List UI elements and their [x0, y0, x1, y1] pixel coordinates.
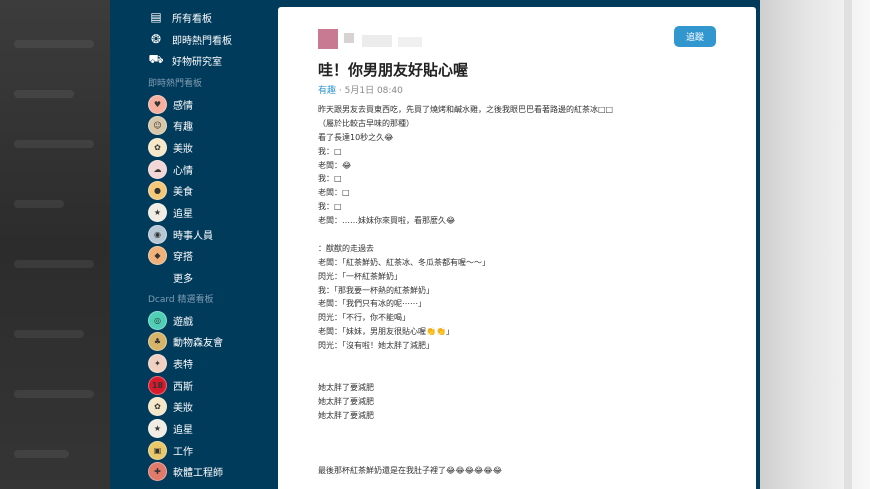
board-avatar: ◉ [148, 224, 167, 244]
board-avatar: ☁ [148, 159, 167, 179]
sidebar-item-hot-boards[interactable]: ❂ 即時熱門看板 [148, 29, 232, 49]
board-avatar: ☺ [148, 116, 167, 136]
board-label: 追星 [173, 209, 193, 220]
board-label: 動物森友會 [173, 338, 223, 350]
sidebar-selected-board-2[interactable]: ✦ 表特 [148, 353, 193, 373]
board-avatar: ▣ [148, 440, 167, 460]
post-body-line [318, 228, 738, 242]
board-label: 美妝 [173, 403, 193, 415]
board-label: 時事人員 [173, 230, 213, 242]
post-body-line: 她太胖了要減肥 [318, 410, 374, 420]
sidebar-selected-board-5[interactable]: ★ 追星 [148, 419, 193, 439]
sidebar: ▤ 所有看板 ❂ 即時熱門看板 ⛟ 好物研究室 即時熱門看板 更多 Dcard … [110, 0, 278, 489]
post-body-line: 老闆：……妹妹你來買啦，看那麼久😂 [318, 216, 456, 226]
sidebar-selected-board-7[interactable]: ✚ 軟體工程師 [148, 462, 223, 482]
post-body-line: 昨天跟男友去買東西吃，先買了燒烤和鹹水雞，之後我眼巴巴看著路邊的紅茶冰□□ [318, 105, 614, 114]
app-window: ▤ 所有看板 ❂ 即時熱門看板 ⛟ 好物研究室 即時熱門看板 更多 Dcard … [110, 0, 760, 489]
board-avatar: ● [148, 181, 167, 201]
board-label: 軟體工程師 [173, 468, 223, 480]
board-label: 美食 [173, 187, 193, 199]
post-body-line [318, 422, 738, 436]
sidebar-hot-board-6[interactable]: ◉ 時事人員 [148, 224, 213, 244]
post-body-line: 閃光：「沒有啦！她太胖了減肥」 [318, 341, 434, 351]
board-avatar: ◎ [148, 310, 167, 330]
sidebar-hot-board-1[interactable]: ☺ 有趣 [148, 116, 193, 136]
board-avatar: ✚ [148, 462, 167, 482]
topic-link[interactable]: 有趣 [318, 86, 336, 96]
post-body-line: 閃光：「一杯紅茶鮮奶」 [318, 271, 402, 281]
more-link[interactable]: 更多 [173, 270, 193, 285]
sidebar-item-goods-lab[interactable]: ⛟ 好物研究室 [148, 50, 222, 70]
board-label: 追星 [173, 425, 193, 436]
sidebar-selected-board-4[interactable]: ✿ 美妝 [148, 397, 193, 417]
post-body-line: 她太胖了要減肥 [318, 382, 374, 392]
blurred-backdrop-left [0, 0, 110, 489]
post-body-line: （屬於比較古早味的那種） [318, 118, 414, 128]
sidebar-selected-board-3[interactable]: 18 西斯 [148, 375, 193, 395]
board-label: 有趣 [173, 122, 193, 134]
cart-icon: ⛟ [148, 52, 164, 66]
sidebar-selected-board-6[interactable]: ▣ 工作 [148, 440, 193, 460]
board-avatar: ✦ [148, 353, 167, 373]
board-avatar: ★ [148, 419, 167, 438]
post-body-line: 老闆：😂 [318, 160, 352, 170]
board-avatar: ♥ [148, 94, 167, 114]
section-label-selected: Dcard 精選看板 [148, 295, 214, 305]
sidebar-item-label: 所有看板 [172, 13, 212, 25]
post-body-line: 老闆：□ [318, 188, 350, 198]
post-body-line: 最後那杯紅茶鮮奶還是在我肚子裡了😂😂😂😂😂😂 [318, 466, 503, 476]
sidebar-item-label: 即時熱門看板 [172, 35, 232, 47]
post-body-line: 老闆：「妹妹，男朋友很貼心喔👏👏」 [318, 327, 454, 337]
fire-icon: ❂ [150, 32, 162, 46]
sidebar-hot-board-2[interactable]: ✿ 美妝 [148, 137, 193, 157]
sidebar-selected-board-1[interactable]: ♣ 動物森友會 [148, 332, 223, 352]
post-body-line: 看了長達10秒之久😂 [318, 132, 394, 142]
sidebar-item-label: 好物研究室 [172, 56, 222, 68]
board-label: 遊戲 [173, 316, 193, 328]
post-meta: 有趣 · 5月1日 08:40 [318, 83, 403, 96]
post-body-line: 老闆：「紅茶鮮奶、紅茶冰、冬瓜茶都有喔～～」 [318, 257, 490, 267]
sidebar-hot-board-7[interactable]: ◆ 穿搭 [148, 246, 193, 266]
post-body-line: 我：□ [318, 202, 342, 212]
board-label: 表特 [173, 359, 193, 371]
post-date: 5月1日 08:40 [344, 86, 403, 96]
section-label-hot: 即時熱門看板 [148, 79, 203, 89]
board-label: 心情 [173, 165, 193, 177]
board-avatar: ◆ [148, 246, 167, 266]
post-body-line [318, 353, 738, 367]
post-title: 哇！你男朋友好貼心喔 [318, 61, 469, 79]
sidebar-selected-board-0[interactable]: ◎ 遊戲 [148, 310, 193, 330]
board-label: 工作 [173, 446, 193, 458]
blurred-backdrop-right [760, 0, 870, 489]
sidebar-hot-board-5[interactable]: ★ 追星 [148, 203, 193, 223]
post-body-line: 我：□ [318, 146, 342, 156]
board-label: 西斯 [173, 381, 193, 393]
follow-button[interactable]: 追蹤 [674, 26, 716, 47]
post-body-line [318, 367, 738, 381]
board-list-icon: ▤ [150, 10, 162, 24]
board-label: 穿搭 [173, 252, 193, 264]
sidebar-hot-board-4[interactable]: ● 美食 [148, 181, 193, 201]
sidebar-item-all-boards[interactable]: ▤ 所有看板 [148, 7, 212, 27]
post-body-line: 我：「那我要一杯熱的紅茶鮮奶」 [318, 285, 434, 295]
board-label: 感情 [173, 100, 193, 112]
board-avatar: ♣ [148, 332, 167, 352]
sidebar-hot-board-0[interactable]: ♥ 感情 [148, 94, 193, 114]
board-avatar: 18 [148, 375, 167, 395]
post-body-line: 閃光：「不行，你不能喝」 [318, 313, 410, 323]
board-label: 美妝 [173, 143, 193, 155]
post-body-line: 她太胖了要減肥 [318, 396, 374, 406]
sidebar-hot-board-3[interactable]: ☁ 心情 [148, 159, 193, 179]
post-body-line [318, 436, 738, 450]
post-body-line [318, 450, 738, 464]
post-card: 追蹤 哇！你男朋友好貼心喔 有趣 · 5月1日 08:40 昨天跟男友去買東西吃… [278, 7, 756, 489]
post-body-line: 老闆：「我們只有冰的呢⋯⋯」 [318, 299, 426, 309]
post-body: 昨天跟男友去買東西吃，先買了燒烤和鹹水雞，之後我眼巴巴看著路邊的紅茶冰□□ （屬於… [318, 103, 738, 478]
post-body-line: ：猷猷的走過去 [318, 243, 374, 253]
board-avatar: ★ [148, 203, 167, 222]
author-avatar-blurred [318, 29, 428, 51]
post-body-line: 我：□ [318, 174, 342, 184]
board-avatar: ✿ [148, 137, 167, 157]
board-avatar: ✿ [148, 397, 167, 417]
